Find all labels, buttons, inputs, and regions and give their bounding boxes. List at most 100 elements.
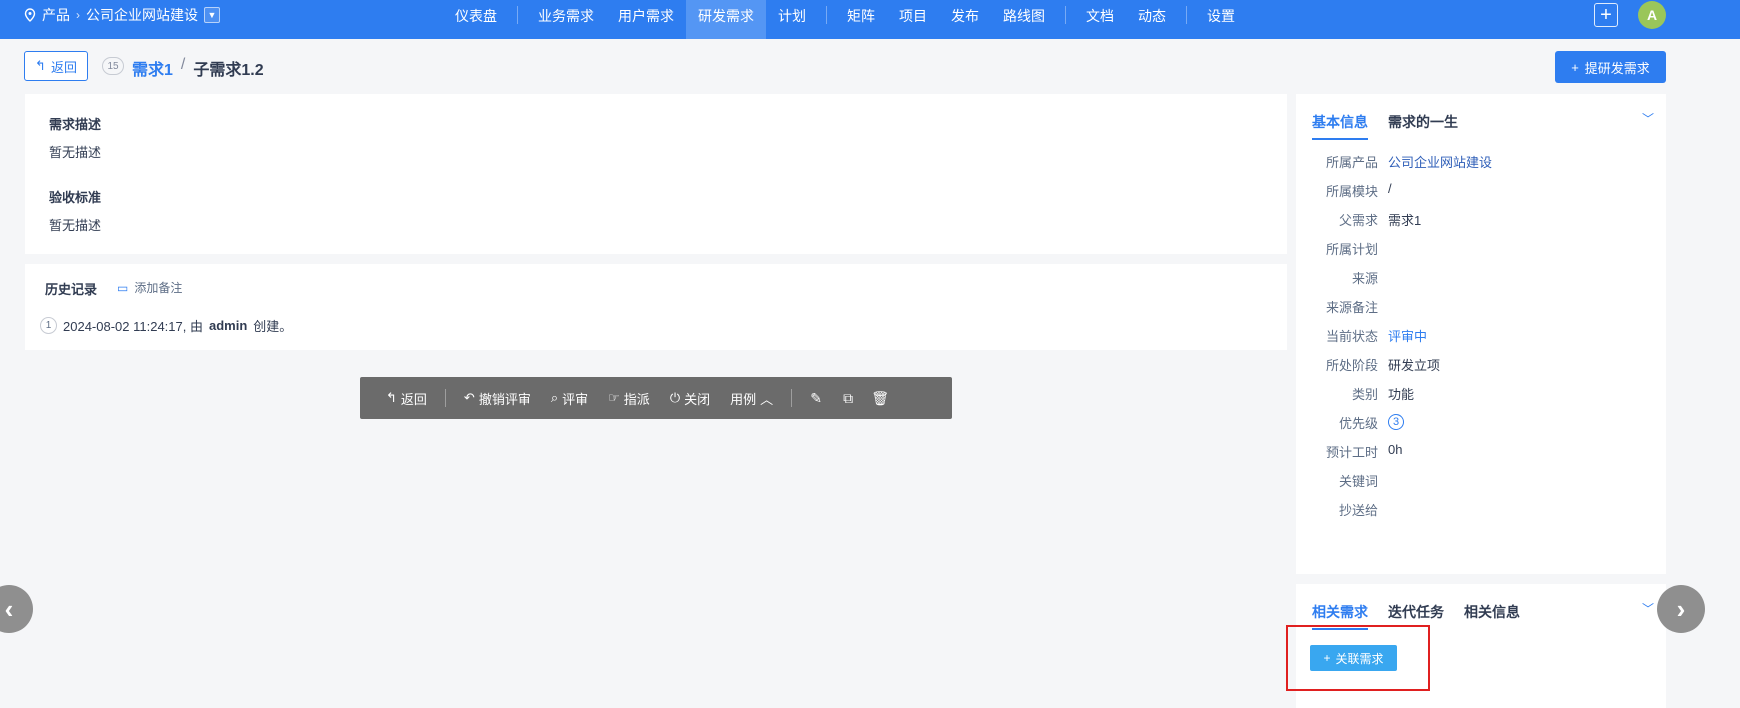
review-label: 评审 — [562, 391, 589, 407]
info-row-source-note: 来源备注 — [1296, 297, 1388, 317]
undo-arrow-icon: ↰ — [35, 58, 46, 73]
copy-icon[interactable]: ⧉ — [832, 390, 864, 407]
search-icon: ⌕ — [550, 390, 559, 405]
main-nav: 仪表盘 业务需求 用户需求 研发需求 计划 矩阵 项目 发布 路线图 文档 动态… — [443, 0, 1247, 39]
parent-requirement-value[interactable]: 需求1 — [1388, 210, 1421, 230]
create-dev-requirement-button[interactable]: + 提研发需求 — [1555, 51, 1666, 83]
info-label: 所属计划 — [1325, 242, 1378, 257]
toolbar-divider — [444, 389, 446, 407]
chevron-down-icon[interactable]: ▼ — [204, 7, 220, 23]
requirement-title: 子需求1.2 — [193, 62, 264, 79]
add-note-label: 添加备注 — [134, 281, 183, 295]
action-toolbar: ↰ 返回 ↶ 撤销评审 ⌕ 评审 ☞ 指派 ⏻ 关闭 用例 ︿ ✎ ⧉ 🗑 — [360, 377, 952, 419]
review-button[interactable]: ⌕ 评审 — [541, 389, 598, 408]
add-note-button[interactable]: ▭ 添加备注 — [117, 279, 182, 296]
nav-business-requirements[interactable]: 业务需求 — [526, 0, 606, 39]
comment-icon: ▭ — [117, 280, 129, 295]
description-title: 需求描述 — [49, 117, 102, 132]
nav-dev-requirements[interactable]: 研发需求 — [686, 0, 766, 39]
chevron-right-icon: › — [76, 8, 80, 22]
info-row-priority: 优先级 3 — [1296, 413, 1404, 433]
chevron-down-icon[interactable]: ﹀ — [1642, 600, 1654, 617]
tab-related-info[interactable]: 相关信息 — [1464, 602, 1520, 630]
hand-point-icon: ☞ — [608, 390, 620, 405]
description-panel: 需求描述 暂无描述 验收标准 暂无描述 — [25, 94, 1287, 254]
nav-user-requirements[interactable]: 用户需求 — [606, 0, 686, 39]
nav-project[interactable]: 项目 — [887, 0, 939, 39]
create-button-label: 提研发需求 — [1584, 60, 1650, 76]
back-button-label: 返回 — [50, 59, 77, 75]
info-row-parent: 父需求 需求1 — [1296, 210, 1421, 230]
info-row-category: 类别 功能 — [1296, 384, 1414, 404]
history-entry: 1 2024-08-02 11:24:17, 由 admin 创建。 — [40, 316, 292, 335]
info-row-product: 所属产品 公司企业网站建设 — [1296, 152, 1492, 172]
previous-arrow-icon[interactable]: ‹ — [0, 585, 33, 633]
cases-label: 用例 — [730, 391, 757, 407]
info-label: 关键词 — [1338, 474, 1378, 489]
plus-icon[interactable]: + — [1594, 3, 1618, 27]
status-badge: 评审中 — [1388, 329, 1428, 344]
nav-docs[interactable]: 文档 — [1074, 0, 1126, 39]
product-link[interactable]: 公司企业网站建设 — [1388, 152, 1492, 172]
info-row-status: 当前状态 评审中 — [1296, 326, 1427, 346]
nav-roadmap[interactable]: 路线图 — [991, 0, 1057, 39]
plus-icon: + — [1571, 59, 1579, 75]
product-name[interactable]: 公司企业网站建设 — [86, 5, 198, 25]
nav-dashboard[interactable]: 仪表盘 — [443, 0, 509, 39]
nav-matrix[interactable]: 矩阵 — [835, 0, 887, 39]
undo-review-button[interactable]: ↶ 撤销评审 — [454, 389, 541, 408]
next-arrow-icon[interactable]: › — [1657, 585, 1705, 633]
assign-button[interactable]: ☞ 指派 — [598, 389, 660, 408]
nav-activity[interactable]: 动态 — [1126, 0, 1178, 39]
tab-basic-info[interactable]: 基本信息 — [1312, 112, 1368, 140]
edit-icon[interactable]: ✎ — [800, 390, 832, 407]
history-entry-time: 2024-08-02 11:24:17, 由 — [63, 319, 203, 334]
assign-label: 指派 — [623, 391, 650, 407]
nav-release[interactable]: 发布 — [939, 0, 991, 39]
history-panel: 历史记录 ▭ 添加备注 1 2024-08-02 11:24:17, 由 adm… — [25, 264, 1287, 350]
info-label: 所属产品 — [1325, 155, 1378, 170]
info-label: 预计工时 — [1325, 445, 1378, 460]
chevron-down-icon[interactable]: ﹀ — [1642, 110, 1654, 127]
power-icon: ⏻ — [669, 390, 681, 405]
info-value: 功能 — [1388, 387, 1415, 402]
info-row-plan: 所属计划 — [1296, 239, 1388, 259]
nav-divider — [1186, 6, 1187, 24]
info-value: / — [1388, 181, 1392, 196]
product-label[interactable]: 产品 — [42, 5, 70, 25]
close-button[interactable]: ⏻ 关闭 — [660, 389, 720, 408]
nav-plan[interactable]: 计划 — [766, 0, 818, 39]
nav-divider — [1065, 6, 1066, 24]
title-separator: / — [180, 56, 186, 73]
history-entry-number: 1 — [40, 317, 57, 334]
info-label: 来源 — [1351, 271, 1378, 286]
info-value: 0h — [1388, 442, 1403, 457]
cases-dropdown[interactable]: 用例 ︿ — [720, 389, 783, 408]
avatar[interactable]: A — [1638, 1, 1666, 29]
trash-icon[interactable]: 🗑 — [864, 390, 896, 407]
page-title: 需求1 / 子需求1.2 — [132, 56, 264, 80]
info-label: 父需求 — [1338, 213, 1378, 228]
info-row-module: 所属模块 / — [1296, 181, 1392, 201]
info-label: 类别 — [1351, 387, 1378, 402]
info-row-estimate: 预计工时 0h — [1296, 442, 1402, 462]
priority-badge: 3 — [1388, 414, 1404, 430]
info-row-source: 来源 — [1296, 268, 1388, 288]
top-navbar: 产品 › 公司企业网站建设 ▼ 仪表盘 业务需求 用户需求 研发需求 计划 矩阵… — [0, 0, 1740, 39]
parent-requirement-link[interactable]: 需求1 — [132, 56, 173, 80]
product-breadcrumb: 产品 › 公司企业网站建设 ▼ — [24, 0, 220, 30]
info-row-stage: 所处阶段 研发立项 — [1296, 355, 1440, 375]
info-label: 所属模块 — [1325, 184, 1378, 199]
nav-divider — [826, 6, 827, 24]
acceptance-title: 验收标准 — [49, 190, 102, 205]
back-button[interactable]: ↰ 返回 — [24, 51, 88, 81]
info-label: 所处阶段 — [1325, 358, 1378, 373]
undo-arrow-icon: ↰ — [386, 390, 397, 405]
location-pin-icon — [24, 8, 36, 22]
toolbar-back-button[interactable]: ↰ 返回 — [376, 389, 437, 408]
info-row-cc: 抄送给 — [1296, 500, 1388, 520]
nav-settings[interactable]: 设置 — [1195, 0, 1247, 39]
info-value: 研发立项 — [1388, 358, 1441, 373]
toolbar-back-label: 返回 — [400, 391, 427, 407]
tab-requirement-lifecycle[interactable]: 需求的一生 — [1388, 112, 1458, 140]
